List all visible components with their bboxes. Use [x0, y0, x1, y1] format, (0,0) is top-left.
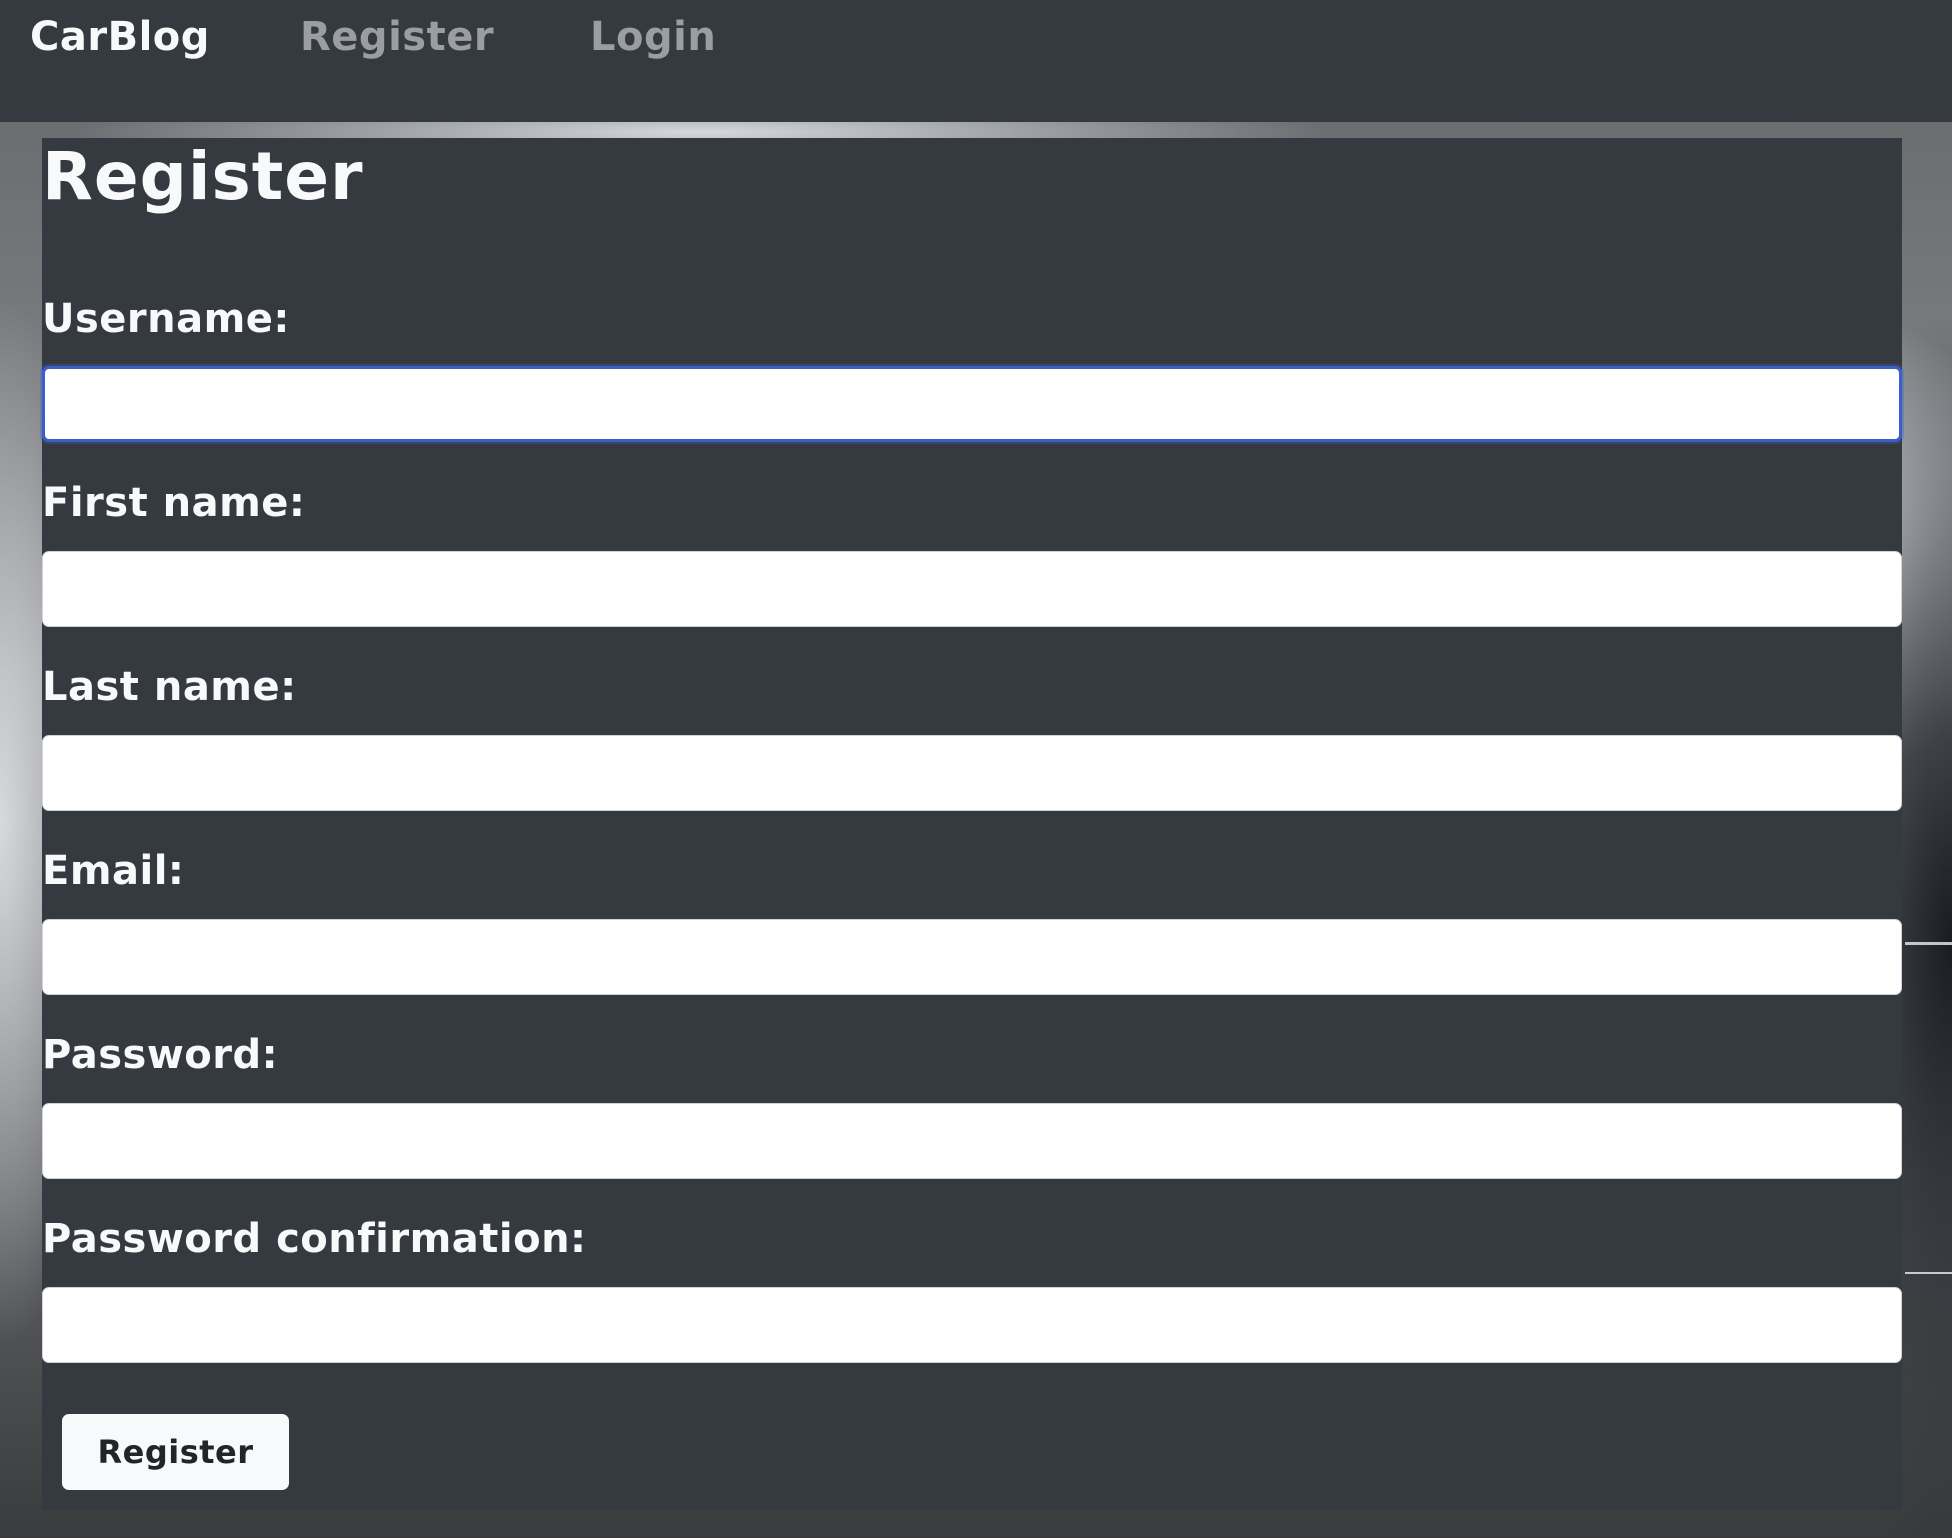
username-input[interactable]: [42, 366, 1902, 442]
username-label: Username:: [42, 296, 290, 342]
page-title: Register: [42, 138, 364, 215]
brand-link[interactable]: CarBlog: [30, 14, 210, 60]
password-label: Password:: [42, 1032, 279, 1078]
register-submit-button[interactable]: Register: [62, 1414, 289, 1490]
password-input[interactable]: [42, 1103, 1902, 1179]
first-name-input[interactable]: [42, 551, 1902, 627]
register-card: Register Username: First name: Last name…: [42, 138, 1902, 1510]
nav-link-register[interactable]: Register: [300, 14, 494, 60]
last-name-label: Last name:: [42, 664, 297, 710]
nav-link-login[interactable]: Login: [590, 14, 716, 60]
password-confirmation-input[interactable]: [42, 1287, 1902, 1363]
email-label: Email:: [42, 848, 185, 894]
first-name-label: First name:: [42, 480, 306, 526]
last-name-input[interactable]: [42, 735, 1902, 811]
password-confirmation-label: Password confirmation:: [42, 1216, 587, 1262]
navbar: CarBlog Register Login: [0, 0, 1952, 122]
email-input[interactable]: [42, 919, 1902, 995]
